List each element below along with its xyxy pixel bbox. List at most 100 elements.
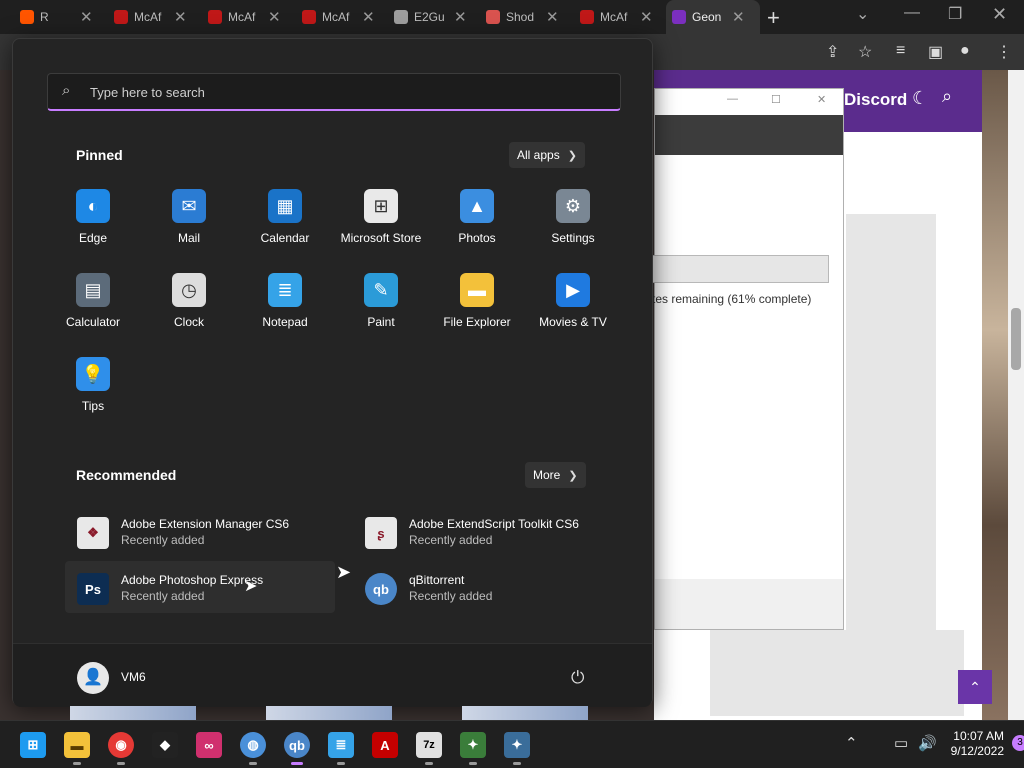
- browser-tab-bar: R ✕ McAf ✕ McAf ✕ McAf ✕ E2Gu ✕ Shod ✕ McAf ✕ Geon ✕ + …: [0, 0, 1024, 34]
- profile-icon[interactable]: ●: [960, 42, 970, 60]
- browser-tab[interactable]: Shod ✕: [480, 0, 572, 34]
- recommended-subtitle: Recently added: [409, 589, 493, 603]
- user-name[interactable]: VM6: [121, 670, 146, 684]
- close-tab-icon[interactable]: ✕: [80, 8, 93, 26]
- start-search-box[interactable]: ⌕ Type here to search: [47, 73, 621, 111]
- more-label: More: [533, 468, 561, 482]
- browser-tab[interactable]: Geon ✕: [666, 0, 760, 34]
- browser-tab[interactable]: McAf ✕: [202, 0, 294, 34]
- site-title[interactable]: Discord: [844, 90, 907, 110]
- pinned-app[interactable]: ▬ File Explorer: [429, 273, 525, 329]
- close-tab-icon[interactable]: ✕: [174, 8, 187, 26]
- browser-globe-taskbar-icon[interactable]: ◍: [240, 732, 266, 758]
- all-apps-button[interactable]: All apps ❯: [509, 142, 585, 168]
- all-apps-label: All apps: [517, 148, 560, 162]
- running-indicator: [469, 762, 477, 765]
- new-tab-button[interactable]: +: [767, 5, 780, 31]
- reading-list-icon[interactable]: ≡: [896, 42, 905, 60]
- start-button[interactable]: ⊞: [20, 732, 46, 758]
- adobe-extendscript-icon: ʂ: [365, 517, 397, 549]
- pinned-app-label: Settings: [551, 231, 595, 245]
- page-scrollbar[interactable]: [1008, 70, 1024, 720]
- volume-icon[interactable]: 🔊: [918, 734, 937, 752]
- dialog-banner: [655, 115, 843, 155]
- recommended-item[interactable]: ❖ Adobe Extension Manager CS6 Recently add…: [65, 505, 335, 557]
- pinned-app[interactable]: ≣ Notepad: [237, 273, 333, 329]
- recommended-item[interactable]: qb qBittorrent Recently added: [353, 561, 623, 613]
- browser-menu-icon[interactable]: ⋮: [996, 42, 1012, 62]
- 7zip-taskbar-icon[interactable]: 7z: [416, 732, 442, 758]
- recommended-item[interactable]: Ps Adobe Photoshop Express Recently added: [65, 561, 335, 613]
- pinned-app[interactable]: ⚙ Settings: [525, 189, 621, 245]
- power-icon[interactable]: ⏻: [571, 668, 584, 688]
- active-indicator: [291, 762, 303, 765]
- photoshop-express-icon: Ps: [77, 573, 109, 605]
- more-button[interactable]: More ❯: [525, 462, 586, 488]
- display-icon[interactable]: ▭: [894, 734, 908, 752]
- recommended-name: Adobe ExtendScript Toolkit CS6: [409, 517, 579, 531]
- close-tab-icon[interactable]: ✕: [268, 8, 281, 26]
- dark-mode-icon[interactable]: ☾: [912, 88, 928, 109]
- taskbar-clock[interactable]: 10:07 AM 9/12/2022: [946, 729, 1004, 759]
- favicon-icon: [580, 10, 594, 24]
- content-panel: [846, 214, 936, 634]
- browser-tab[interactable]: McAf ✕: [574, 0, 666, 34]
- dialog-minimize-button[interactable]: —: [727, 93, 738, 105]
- lightbulb-icon: 💡: [76, 357, 110, 391]
- linux-penguin-taskbar-icon[interactable]: ◆: [152, 732, 178, 758]
- chrome-taskbar-icon[interactable]: ◉: [108, 732, 134, 758]
- restore-button[interactable]: ❐: [948, 4, 962, 24]
- pinned-app[interactable]: ▲ Photos: [429, 189, 525, 245]
- chevron-right-icon: ❯: [567, 149, 577, 162]
- pinned-app[interactable]: ▤ Calculator: [45, 273, 141, 329]
- scrollbar-thumb[interactable]: [1011, 308, 1021, 370]
- recommended-name: Adobe Photoshop Express: [121, 573, 264, 587]
- pinned-app[interactable]: ◷ Clock: [141, 273, 237, 329]
- notification-badge[interactable]: 3: [1012, 735, 1024, 751]
- download-status-text: tes remaining (61% complete): [652, 292, 812, 306]
- browser-tab[interactable]: McAf ✕: [108, 0, 200, 34]
- close-tab-icon[interactable]: ✕: [454, 8, 467, 26]
- dialog-close-button[interactable]: ✕: [817, 93, 826, 106]
- bookmark-star-icon[interactable]: ☆: [858, 42, 872, 62]
- chevron-up-icon[interactable]: ⌃: [845, 734, 858, 752]
- close-tab-icon[interactable]: ✕: [362, 8, 375, 26]
- pinned-app[interactable]: ▶ Movies & TV: [525, 273, 621, 329]
- site-search-icon[interactable]: ⌕: [942, 86, 952, 107]
- side-panel-icon[interactable]: ▣: [928, 42, 943, 62]
- pinned-app[interactable]: 💡 Tips: [45, 357, 141, 413]
- start-menu: ⌕ Type here to search Pinned All apps ❯ …: [12, 38, 653, 707]
- pinned-app[interactable]: ✉ Mail: [141, 189, 237, 245]
- browser-tab[interactable]: E2Gu ✕: [388, 0, 480, 34]
- calculator-icon: ▤: [76, 273, 110, 307]
- app-taskbar-icon[interactable]: ✦: [504, 732, 530, 758]
- creative-cloud-taskbar-icon[interactable]: ∞: [196, 732, 222, 758]
- favicon-icon: [302, 10, 316, 24]
- close-tab-icon[interactable]: ✕: [640, 8, 653, 26]
- adobe-acrobat-taskbar-icon[interactable]: A: [372, 732, 398, 758]
- notepad-taskbar-icon[interactable]: ≣: [328, 732, 354, 758]
- user-avatar[interactable]: 👤: [77, 662, 109, 694]
- paint-icon: ✎: [364, 273, 398, 307]
- qbittorrent-taskbar-icon[interactable]: qb: [284, 732, 310, 758]
- pinned-app[interactable]: ⊞ Microsoft Store: [333, 189, 429, 245]
- close-tab-icon[interactable]: ✕: [732, 8, 745, 26]
- minimize-button[interactable]: —: [904, 4, 920, 22]
- pinned-app[interactable]: ✎ Paint: [333, 273, 429, 329]
- browser-tab[interactable]: McAf ✕: [296, 0, 388, 34]
- pinned-app[interactable]: ▦ Calendar: [237, 189, 333, 245]
- close-tab-icon[interactable]: ✕: [546, 8, 559, 26]
- file-explorer-taskbar-icon[interactable]: ▬: [64, 732, 90, 758]
- tab-search-icon[interactable]: ⌄: [856, 4, 869, 24]
- content-panel-bottom: [710, 630, 964, 716]
- dialog-maximize-button[interactable]: ☐: [771, 93, 781, 106]
- pinned-app[interactable]: ◐ Edge: [45, 189, 141, 245]
- recommended-item[interactable]: ʂ Adobe ExtendScript Toolkit CS6 Recently …: [353, 505, 623, 557]
- close-window-button[interactable]: ✕: [992, 4, 1007, 25]
- back-to-top-button[interactable]: ⌃: [958, 670, 992, 704]
- share-icon[interactable]: ⇪: [826, 42, 839, 62]
- tab-title: E2Gu: [414, 10, 445, 24]
- gimp-taskbar-icon[interactable]: ✦: [460, 732, 486, 758]
- browser-tab[interactable]: R ✕: [14, 0, 106, 34]
- pinned-app-label: File Explorer: [443, 315, 511, 329]
